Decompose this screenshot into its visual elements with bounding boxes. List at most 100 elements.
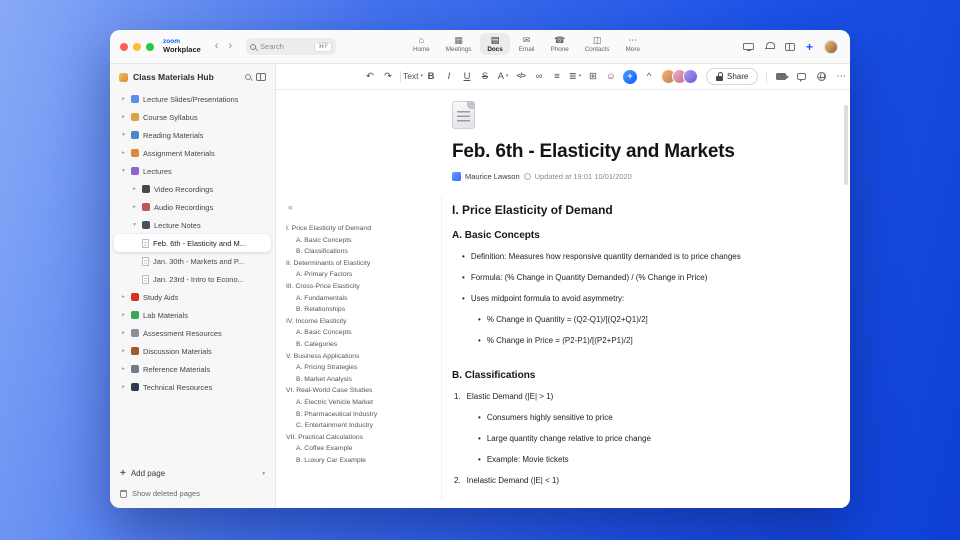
bullet-item[interactable]: • Large quantity change relative to price…	[452, 434, 826, 444]
bulleted-list-button[interactable]: ≡	[551, 72, 563, 82]
sidebar-folder-item[interactable]: ▾ Lecture Notes	[114, 216, 271, 234]
chevron-right-icon[interactable]: ▸	[120, 384, 127, 390]
collapse-outline-icon[interactable]: «	[288, 203, 293, 212]
close-window-button[interactable]	[120, 42, 128, 51]
outline-item[interactable]: A. Fundamentals	[286, 293, 437, 305]
sidebar-page-item[interactable]: Jan. 30th - Markets and P...	[114, 252, 271, 270]
add-page-chevron-icon[interactable]: ▾	[262, 471, 265, 477]
document-heading[interactable]: B. Classifications	[452, 370, 826, 381]
devices-icon[interactable]	[742, 43, 754, 51]
outline-item[interactable]: B. Classifications	[286, 246, 437, 258]
bullet-item[interactable]: • % Change in Quantity = (Q2-Q1)/[(Q2+Q1)…	[452, 315, 826, 325]
bullet-item[interactable]: • Formula: (% Change in Quantity Demanded…	[452, 273, 826, 283]
start-video-button[interactable]	[775, 73, 790, 80]
document-heading[interactable]: A. Basic Concepts	[452, 230, 826, 241]
tab-meetings[interactable]: ▦ Meetings	[439, 33, 479, 55]
chevron-right-icon[interactable]: ▸	[120, 150, 127, 156]
bullet-item[interactable]: • Consumers highly sensitive to price	[452, 413, 826, 423]
outline-item[interactable]: C. Entertainment Industry	[286, 420, 437, 432]
collapse-toolbar-button[interactable]: ^	[643, 72, 655, 82]
forward-button[interactable]: ›	[226, 41, 234, 52]
sidebar-folder-item[interactable]: ▸ Assessment Resources	[114, 324, 271, 342]
chevron-down-icon[interactable]: ▾	[120, 168, 127, 174]
emoji-button[interactable]: ☺	[605, 72, 617, 82]
insert-table-button[interactable]: ⊞	[587, 72, 599, 82]
sidebar-folder-item[interactable]: ▾ Lectures	[114, 162, 271, 180]
chevron-right-icon[interactable]: ▸	[120, 348, 127, 354]
undo-button[interactable]: ↶	[364, 72, 376, 82]
collaborator-avatar[interactable]	[683, 69, 698, 84]
outline-item[interactable]: A. Pricing Strategies	[286, 362, 437, 374]
numbered-item[interactable]: 1. Elastic Demand (|E| > 1)	[452, 392, 826, 402]
tab-home[interactable]: ⌂ Home	[406, 33, 437, 55]
more-options-button[interactable]: ⋯	[835, 72, 847, 82]
user-avatar[interactable]	[824, 39, 838, 54]
chevron-right-icon[interactable]: ▸	[120, 96, 127, 102]
chevron-right-icon[interactable]: ▸	[120, 366, 127, 372]
back-button[interactable]: ‹	[213, 41, 221, 52]
sidebar-folder-item[interactable]: ▸ Discussion Materials	[114, 342, 271, 360]
global-search[interactable]: Search ⌘F	[246, 38, 337, 55]
bullet-item[interactable]: • Uses midpoint formula to avoid asymmetr…	[452, 294, 826, 304]
tab-more[interactable]: ⋯ More	[619, 33, 647, 55]
show-deleted-button[interactable]: Show deleted pages	[120, 489, 265, 498]
share-button[interactable]: Share	[706, 68, 759, 85]
code-button[interactable]: </>	[515, 73, 527, 80]
sidebar-folder-item[interactable]: ▸ Reference Materials	[114, 360, 271, 378]
chevron-down-icon[interactable]: ▾	[120, 132, 127, 138]
document-title[interactable]: Feb. 6th - Elasticity and Markets	[452, 141, 826, 163]
tab-phone[interactable]: ☎ Phone	[544, 33, 576, 55]
chevron-right-icon[interactable]: ▸	[131, 186, 138, 192]
tab-docs[interactable]: ▤ Docs	[480, 33, 510, 55]
fullscreen-window-button[interactable]	[146, 42, 154, 51]
outline-item[interactable]: B. Luxury Car Example	[286, 455, 437, 467]
panel-toggle-icon[interactable]	[784, 42, 795, 51]
chevron-right-icon[interactable]: ▸	[120, 114, 127, 120]
outline-item[interactable]: A. Coffee Example	[286, 443, 437, 455]
chevron-right-icon[interactable]: ▸	[131, 204, 138, 210]
sidebar-folder-item[interactable]: ▾ Reading Materials	[114, 126, 271, 144]
bullet-item[interactable]: • Example: Movie tickets	[452, 455, 826, 465]
sidebar-folder-item[interactable]: ▸ Technical Resources	[114, 378, 271, 396]
chevron-right-icon[interactable]: ▸	[120, 330, 127, 336]
outline-item[interactable]: I. Price Elasticity of Demand	[286, 223, 437, 235]
outline-item[interactable]: B. Pharmaceutical Industry	[286, 409, 437, 421]
outline-item[interactable]: B. Categories	[286, 339, 437, 351]
ai-companion-button[interactable]: +	[623, 69, 637, 84]
scrollbar[interactable]	[844, 105, 848, 185]
outline-item[interactable]: VII. Practical Calculations	[286, 432, 437, 444]
align-button[interactable]: ≣ ▾	[569, 72, 581, 82]
outline-item[interactable]: A. Basic Concepts	[286, 327, 437, 339]
sidebar-folder-item[interactable]: ▸ Lecture Slides/Presentations	[114, 90, 271, 108]
strikethrough-button[interactable]: S	[479, 72, 491, 82]
sidebar-folder-item[interactable]: ▸ Course Syllabus	[114, 108, 271, 126]
sidebar-folder-item[interactable]: ▸ Video Recordings	[114, 180, 271, 198]
link-button[interactable]: ∞	[533, 72, 545, 82]
text-color-button[interactable]: A ▾	[497, 72, 509, 82]
chevron-down-icon[interactable]: ▾	[131, 222, 138, 228]
sidebar-folder-item[interactable]: ▸ Study Aids	[114, 288, 271, 306]
sidebar-folder-item[interactable]: ▸ Audio Recordings	[114, 198, 271, 216]
outline-item[interactable]: V. Business Applications	[286, 351, 437, 363]
document-body[interactable]: I. Price Elasticity of Demand A. Basic Co…	[452, 203, 826, 486]
outline-item[interactable]: A. Primary Factors	[286, 269, 437, 281]
outline-item[interactable]: II. Determinants of Elasticity	[286, 258, 437, 270]
minimize-window-button[interactable]	[133, 42, 141, 51]
sidebar-collapse-icon[interactable]	[256, 73, 266, 81]
underline-button[interactable]: U	[461, 72, 473, 82]
text-style-dropdown[interactable]: Text ▾	[403, 72, 423, 81]
chevron-right-icon[interactable]: ▸	[120, 312, 127, 318]
sidebar-search-icon[interactable]	[245, 74, 251, 80]
chevron-right-icon[interactable]: ▸	[120, 294, 127, 300]
sidebar-folder-item[interactable]: ▸ Lab Materials	[114, 306, 271, 324]
outline-item[interactable]: A. Basic Concepts	[286, 235, 437, 247]
redo-button[interactable]: ↷	[382, 72, 394, 82]
sidebar-page-item[interactable]: Feb. 6th - Elasticity and M...	[114, 234, 271, 252]
new-item-button[interactable]: +	[806, 41, 813, 53]
document-heading[interactable]: I. Price Elasticity of Demand	[452, 203, 826, 217]
outline-item[interactable]: B. Relationships	[286, 304, 437, 316]
tab-email[interactable]: ✉ Email	[512, 33, 542, 55]
sidebar-page-item[interactable]: Jan. 23rd - Intro to Econo...	[114, 270, 271, 288]
notifications-icon[interactable]	[764, 42, 775, 51]
sidebar-folder-item[interactable]: ▸ Assignment Materials	[114, 144, 271, 162]
